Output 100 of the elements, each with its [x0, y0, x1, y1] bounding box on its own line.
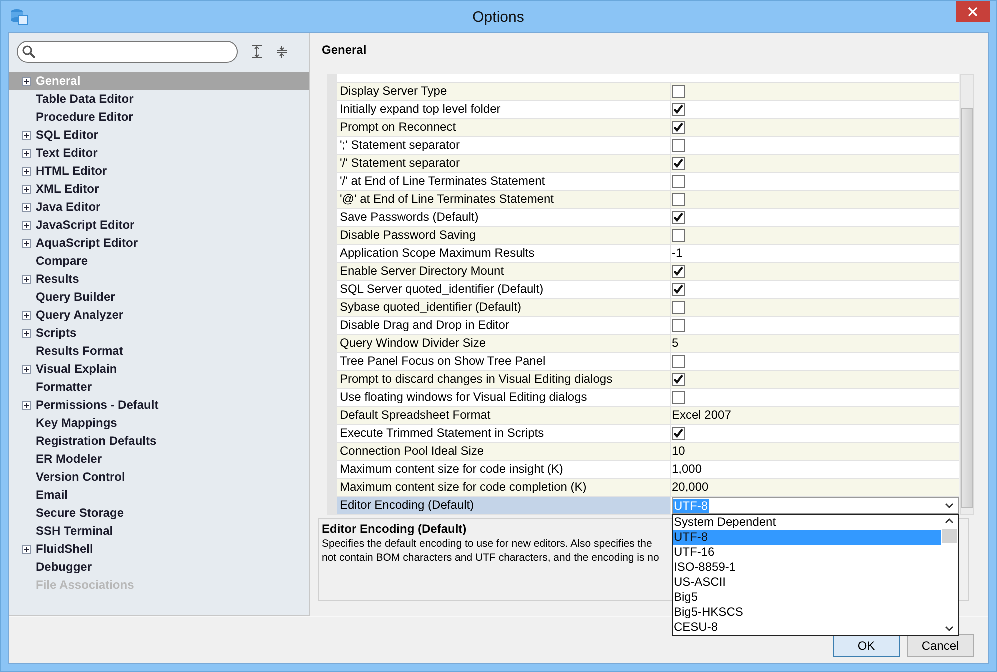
tree-item[interactable]: SQL Editor: [36, 128, 98, 142]
property-value[interactable]: 10: [672, 443, 686, 460]
tree-item[interactable]: XML Editor: [36, 182, 100, 196]
property-label[interactable]: Use floating windows for Visual Editing dialogs: [337, 389, 671, 406]
dropdown-option[interactable]: UTF-16: [673, 545, 941, 560]
property-label[interactable]: Editor Encoding (Default): [337, 497, 671, 514]
checkbox[interactable]: [672, 301, 685, 314]
expand-icon[interactable]: [22, 220, 31, 230]
property-label[interactable]: Maximum content size for code completion (K): [337, 479, 671, 496]
property-label[interactable]: Tree Panel Focus on Show Tree Panel: [337, 353, 671, 370]
expand-icon[interactable]: [22, 364, 31, 374]
property-label[interactable]: Maximum content size for code insight (K): [337, 461, 671, 478]
search-field[interactable]: [17, 41, 238, 63]
tree-item[interactable]: JavaScript Editor: [36, 218, 135, 232]
property-label[interactable]: Application Scope Maximum Results: [337, 245, 671, 262]
dropdown-option[interactable]: System Dependent: [673, 515, 941, 530]
dropdown-option[interactable]: US-ASCII: [673, 575, 941, 590]
property-value[interactable]: Excel 2007: [672, 407, 732, 424]
tree-item[interactable]: Permissions - Default: [36, 398, 159, 412]
scroll-thumb[interactable]: [961, 108, 973, 508]
checkbox[interactable]: [672, 265, 685, 278]
scrollbar[interactable]: [960, 74, 974, 515]
tree-item[interactable]: Registration Defaults: [36, 434, 157, 448]
property-label[interactable]: ';' Statement separator: [337, 137, 671, 154]
expand-icon[interactable]: [22, 76, 31, 86]
property-value[interactable]: -1: [672, 245, 683, 262]
tree-item[interactable]: Java Editor: [36, 200, 101, 214]
expand-icon[interactable]: [22, 328, 31, 338]
tree-item[interactable]: Version Control: [36, 470, 126, 484]
checkbox[interactable]: [672, 373, 685, 386]
property-label[interactable]: SQL Server quoted_identifier (Default): [337, 281, 671, 298]
checkbox[interactable]: [672, 139, 685, 152]
tree-item[interactable]: ER Modeler: [36, 452, 102, 466]
property-label[interactable]: Query Window Divider Size: [337, 335, 671, 352]
property-label[interactable]: Execute Trimmed Statement in Scripts: [337, 425, 671, 442]
tree-item[interactable]: Debugger: [36, 560, 92, 574]
expand-icon[interactable]: [22, 202, 31, 212]
chevron-down-icon[interactable]: [945, 502, 954, 508]
cancel-button[interactable]: Cancel: [907, 634, 974, 657]
tree-item[interactable]: Secure Storage: [36, 506, 124, 520]
checkbox[interactable]: [672, 391, 685, 404]
scroll-down-icon[interactable]: [945, 626, 954, 632]
property-label[interactable]: Default Spreadsheet Format: [337, 407, 671, 424]
expand-icon[interactable]: [22, 544, 31, 554]
tree-item[interactable]: Text Editor: [36, 146, 98, 160]
dropdown-option[interactable]: UTF-8: [673, 530, 941, 545]
checkbox[interactable]: [672, 103, 685, 116]
tree-item[interactable]: Scripts: [36, 326, 77, 340]
tree-item[interactable]: FluidShell: [36, 542, 94, 556]
property-label[interactable]: Initially expand top level folder: [337, 101, 671, 118]
expand-icon[interactable]: [22, 310, 31, 320]
checkbox[interactable]: [672, 157, 685, 170]
ok-button[interactable]: OK: [833, 634, 900, 657]
property-label[interactable]: '/' at End of Line Terminates Statement: [337, 173, 671, 190]
tree-item[interactable]: Procedure Editor: [36, 110, 134, 124]
tree-item[interactable]: Email: [36, 488, 68, 502]
tree-item[interactable]: HTML Editor: [36, 164, 108, 178]
expand-icon[interactable]: [22, 166, 31, 176]
checkbox[interactable]: [672, 229, 685, 242]
tree-item[interactable]: Table Data Editor: [36, 92, 134, 106]
tree-item[interactable]: Query Analyzer: [36, 308, 124, 322]
tree-item[interactable]: Results: [36, 272, 80, 286]
dropdown-option[interactable]: Big5-HKSCS: [673, 605, 941, 620]
property-label[interactable]: Disable Drag and Drop in Editor: [337, 317, 671, 334]
checkbox[interactable]: [672, 283, 685, 296]
tree-item[interactable]: SSH Terminal: [36, 524, 114, 538]
tree-item[interactable]: Results Format: [36, 344, 124, 358]
scroll-up-icon[interactable]: [945, 518, 954, 524]
expand-icon[interactable]: [22, 400, 31, 410]
property-value[interactable]: 1,000: [672, 461, 702, 478]
expand-icon[interactable]: [22, 238, 31, 248]
checkbox[interactable]: [672, 355, 685, 368]
close-button[interactable]: [956, 1, 990, 22]
checkbox[interactable]: [672, 193, 685, 206]
property-label[interactable]: Connection Pool Ideal Size: [337, 443, 671, 460]
expand-icon[interactable]: [22, 274, 31, 284]
tree-item[interactable]: AquaScript Editor: [36, 236, 138, 250]
dropdown-option[interactable]: Big5: [673, 590, 941, 605]
property-value[interactable]: 20,000: [672, 479, 709, 496]
expand-all-icon[interactable]: [251, 45, 263, 59]
checkbox[interactable]: [672, 121, 685, 134]
checkbox[interactable]: [672, 85, 685, 98]
checkbox[interactable]: [672, 319, 685, 332]
expand-icon[interactable]: [22, 184, 31, 194]
tree-item[interactable]: Compare: [36, 254, 88, 268]
tree-item[interactable]: Key Mappings: [36, 416, 118, 430]
property-value[interactable]: 5: [672, 335, 679, 352]
collapse-all-icon[interactable]: [276, 45, 288, 59]
scroll-thumb[interactable]: [942, 529, 957, 543]
dropdown-option[interactable]: ISO-8859-1: [673, 560, 941, 575]
tree-item[interactable]: Visual Explain: [36, 362, 118, 376]
tree-item[interactable]: Formatter: [36, 380, 92, 394]
expand-icon[interactable]: [22, 148, 31, 158]
dropdown-option[interactable]: CESU-8: [673, 620, 941, 635]
expand-icon[interactable]: [22, 130, 31, 140]
tree-item[interactable]: Query Builder: [36, 290, 116, 304]
checkbox[interactable]: [672, 427, 685, 440]
property-label[interactable]: Save Passwords (Default): [337, 209, 671, 226]
checkbox[interactable]: [672, 211, 685, 224]
checkbox[interactable]: [672, 175, 685, 188]
